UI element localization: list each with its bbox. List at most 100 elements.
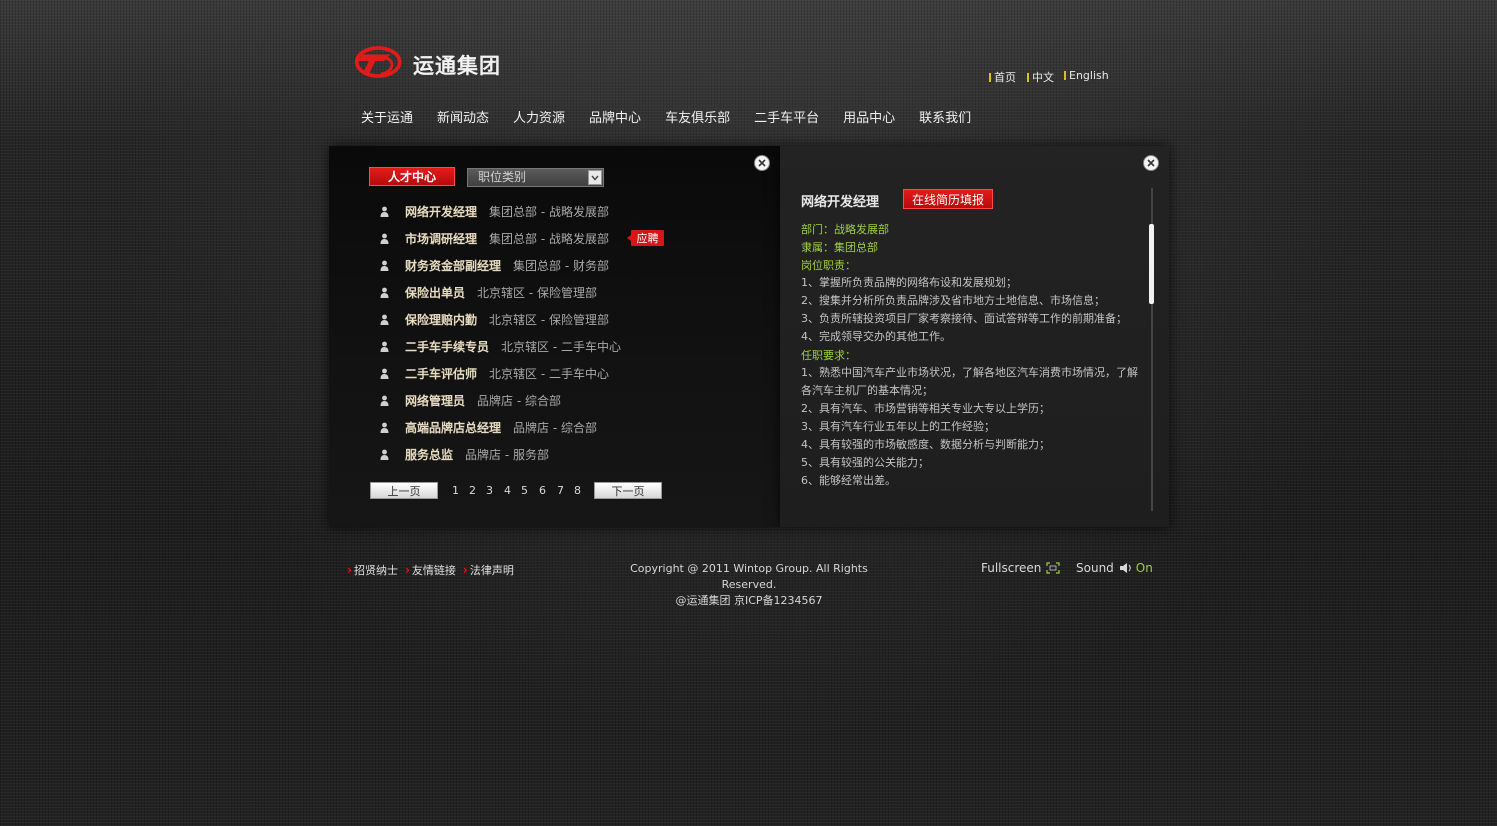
person-icon — [380, 341, 389, 352]
nav-hr[interactable]: 人力资源 — [513, 107, 565, 126]
job-title[interactable]: 二手车手续专员 — [405, 338, 489, 355]
fullscreen-button[interactable]: Fullscreen — [981, 561, 1061, 575]
page-number[interactable]: 4 — [504, 484, 511, 497]
detail-scroll-thumb[interactable] — [1149, 224, 1154, 304]
lang-english-link[interactable]: English — [1064, 69, 1109, 82]
job-row[interactable]: 财务资金部副经理 集团总部 - 财务部 — [380, 255, 609, 275]
fullscreen-label: Fullscreen — [981, 561, 1042, 575]
close-icon — [758, 159, 766, 167]
job-dept: 品牌店 - 综合部 — [477, 393, 561, 408]
requirement-item: 2、具有汽车、市场营销等相关专业大专以上学历； — [801, 402, 1050, 415]
chevron-right-icon: › — [462, 563, 468, 577]
lang-english-label: English — [1069, 69, 1109, 82]
chevron-down-icon — [588, 170, 602, 185]
next-page-button[interactable]: 下一页 — [594, 482, 662, 499]
sound-label: Sound — [1076, 561, 1114, 575]
person-icon — [380, 395, 389, 406]
job-title[interactable]: 保险理赔内勤 — [405, 311, 477, 328]
apply-online-button[interactable]: 在线简历填报 — [903, 189, 993, 209]
logo-text: 运通集团 — [413, 54, 501, 78]
nav-news[interactable]: 新闻动态 — [437, 107, 489, 126]
job-row[interactable]: 市场调研经理 集团总部 - 战略发展部 — [380, 228, 609, 248]
job-row[interactable]: 网络管理员 品牌店 - 综合部 — [380, 390, 561, 410]
job-title[interactable]: 服务总监 — [405, 446, 453, 463]
footer-link-recruit[interactable]: › 招贤纳士 — [347, 562, 398, 578]
page-number[interactable]: 3 — [486, 484, 493, 497]
fullscreen-icon — [1046, 562, 1061, 574]
person-icon — [380, 233, 389, 244]
nav-brands[interactable]: 品牌中心 — [589, 107, 641, 126]
footer-link-label: 法律声明 — [469, 564, 514, 577]
person-icon — [380, 449, 389, 460]
job-title[interactable]: 保险出单员 — [405, 284, 465, 301]
yuntong-logo-icon[interactable] — [353, 42, 409, 82]
footer-links: › 招贤纳士 › 友情链接 › 法律声明 — [347, 562, 521, 578]
page-number[interactable]: 7 — [557, 484, 564, 497]
person-icon — [380, 422, 389, 433]
copyright-line: Copyright @ 2011 Wintop Group. All Right… — [630, 562, 868, 591]
lang-home-link[interactable]: 首页 — [989, 69, 1016, 85]
page-number[interactable]: 8 — [574, 484, 581, 497]
close-icon — [1147, 159, 1155, 167]
job-title[interactable]: 网络开发经理 — [405, 203, 477, 220]
icp-line: @运通集团 京ICP备1234567 — [675, 594, 823, 607]
job-title[interactable]: 二手车评估师 — [405, 365, 477, 382]
person-icon — [380, 260, 389, 271]
duty-list: 1、掌握所负责品牌的网络布设和发展规划； 2、搜集并分析所负责品牌涉及省市地方土… — [801, 274, 1141, 346]
page-number[interactable]: 5 — [521, 484, 528, 497]
nav-contact[interactable]: 联系我们 — [919, 107, 971, 126]
footer-link-label: 招贤纳士 — [353, 564, 398, 577]
person-icon — [380, 206, 389, 217]
footer-link-legal[interactable]: › 法律声明 — [463, 562, 514, 578]
sound-toggle[interactable]: Sound On — [1076, 561, 1153, 575]
apply-tag[interactable]: 应聘 — [627, 230, 664, 246]
lang-chinese-label: 中文 — [1032, 71, 1054, 84]
job-row[interactable]: 服务总监 品牌店 - 服务部 — [380, 444, 549, 464]
job-category-value: 职位类别 — [478, 170, 527, 184]
duty-item: 2、搜集并分析所负责品牌涉及省市地方土地信息、市场信息； — [801, 294, 1105, 307]
requirement-item: 6、能够经常出差。 — [801, 474, 896, 487]
requirement-heading: 任职要求： — [801, 349, 856, 362]
person-icon — [380, 368, 389, 379]
job-row[interactable]: 二手车评估师 北京辖区 - 二手车中心 — [380, 363, 609, 383]
page-number[interactable]: 2 — [469, 484, 476, 497]
job-title[interactable]: 市场调研经理 — [405, 230, 477, 247]
person-icon — [380, 314, 389, 325]
requirement-item: 3、具有汽车行业五年以上的工作经验； — [801, 420, 995, 433]
job-dept: 品牌店 - 服务部 — [465, 447, 549, 462]
job-row[interactable]: 保险理赔内勤 北京辖区 - 保险管理部 — [380, 309, 609, 329]
job-dept: 北京辖区 - 保险管理部 — [477, 285, 597, 300]
job-category-select[interactable]: 职位类别 — [467, 168, 604, 187]
copyright: Copyright @ 2011 Wintop Group. All Right… — [621, 561, 877, 609]
nav-accessories[interactable]: 用品中心 — [843, 107, 895, 126]
lang-chinese-link[interactable]: 中文 — [1027, 69, 1054, 85]
job-dept: 北京辖区 - 二手车中心 — [489, 366, 609, 381]
duty-heading: 岗位职责： — [801, 259, 856, 272]
job-detail-title: 网络开发经理 — [801, 195, 880, 210]
job-title[interactable]: 网络管理员 — [405, 392, 465, 409]
job-dept: 集团总部 - 战略发展部 — [489, 231, 609, 246]
job-row[interactable]: 二手车手续专员 北京辖区 - 二手车中心 — [380, 336, 621, 356]
footer-link-label: 友情链接 — [411, 564, 456, 577]
job-row[interactable]: 保险出单员 北京辖区 - 保险管理部 — [380, 282, 597, 302]
footer-link-friends[interactable]: › 友情链接 — [405, 562, 456, 578]
close-left-panel-button[interactable] — [754, 155, 770, 171]
job-belongs-to: 隶属：集团总部 — [801, 241, 878, 254]
job-row[interactable]: 网络开发经理 集团总部 - 战略发展部 — [380, 201, 609, 221]
job-dept: 北京辖区 - 二手车中心 — [501, 339, 621, 354]
nav-about[interactable]: 关于运通 — [361, 107, 413, 126]
lang-home-label: 首页 — [994, 71, 1016, 84]
page-number[interactable]: 6 — [539, 484, 546, 497]
job-title[interactable]: 高端品牌店总经理 — [405, 419, 501, 436]
job-row[interactable]: 高端品牌店总经理 品牌店 - 综合部 — [380, 417, 597, 437]
talent-center-tag: 人才中心 — [369, 167, 455, 186]
nav-club[interactable]: 车友俱乐部 — [665, 107, 730, 126]
job-department: 部门：战略发展部 — [801, 223, 889, 236]
job-title[interactable]: 财务资金部副经理 — [405, 257, 501, 274]
page-number[interactable]: 1 — [452, 484, 459, 497]
job-dept: 品牌店 - 综合部 — [513, 420, 597, 435]
close-right-panel-button[interactable] — [1143, 155, 1159, 171]
prev-page-button[interactable]: 上一页 — [370, 482, 438, 499]
nav-used-cars[interactable]: 二手车平台 — [754, 107, 819, 126]
main-nav: 关于运通 新闻动态 人力资源 品牌中心 车友俱乐部 二手车平台 用品中心 联系我… — [361, 107, 995, 126]
